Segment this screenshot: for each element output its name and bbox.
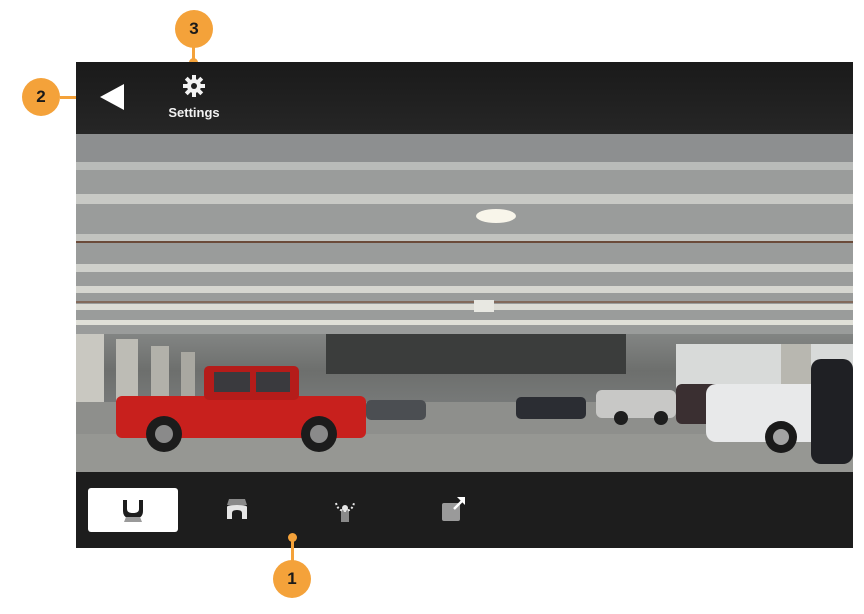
callout-1: 1	[273, 560, 311, 598]
callout-3: 3	[175, 10, 213, 48]
tab-hitch-view[interactable]	[300, 488, 390, 532]
gear-icon	[183, 75, 205, 97]
callout-2: 2	[22, 78, 60, 116]
back-button[interactable]	[98, 82, 126, 112]
settings-label: Settings	[168, 105, 220, 120]
camera-feed	[76, 134, 853, 472]
camera-screen: Settings	[76, 62, 853, 548]
hitch-view-icon	[335, 502, 355, 522]
front-view-icon	[227, 499, 247, 519]
settings-button[interactable]: Settings	[162, 74, 226, 122]
tab-rear-view[interactable]	[88, 488, 178, 532]
top-bar: Settings	[76, 62, 853, 134]
tab-expand-view[interactable]	[408, 488, 498, 532]
parking-garage-image	[76, 134, 853, 472]
callout-3-number: 3	[189, 19, 199, 38]
back-arrow-icon	[100, 84, 124, 110]
callout-2-number: 2	[36, 87, 46, 106]
rear-view-icon	[123, 500, 143, 522]
view-toolbar	[76, 472, 853, 548]
expand-view-icon	[442, 497, 465, 521]
callout-1-leader	[291, 540, 294, 562]
callout-1-number: 1	[287, 569, 297, 588]
tab-front-view[interactable]	[192, 488, 282, 532]
